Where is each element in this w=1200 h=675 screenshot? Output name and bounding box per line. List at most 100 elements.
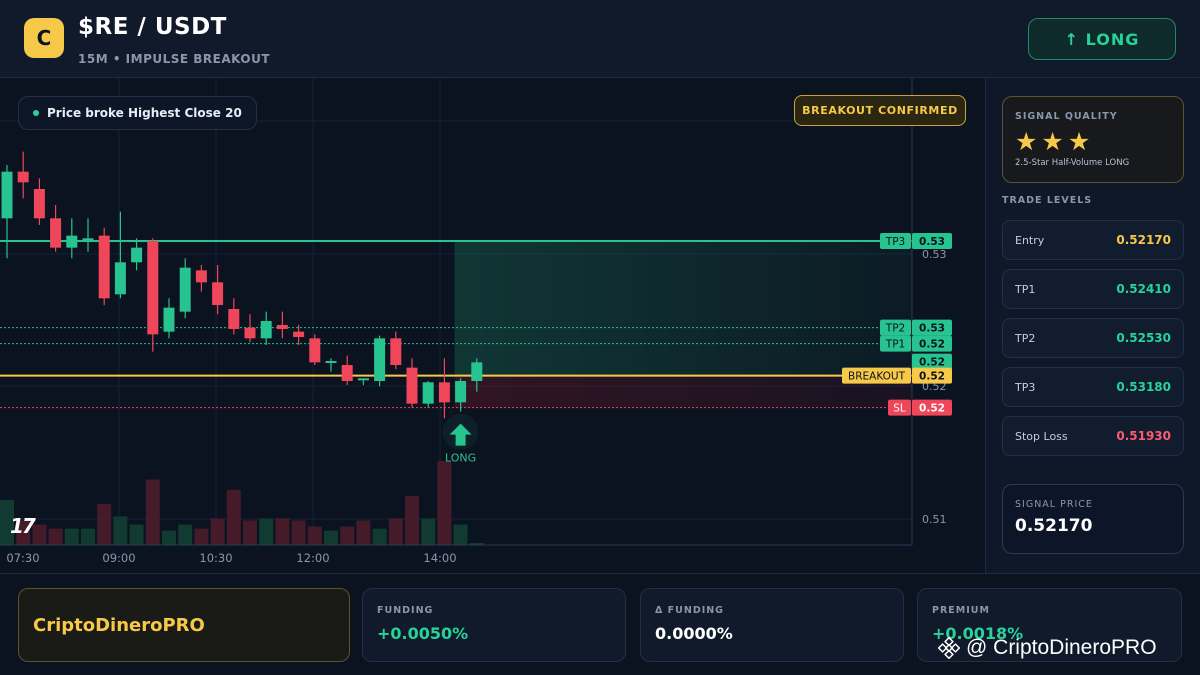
price-axis-label: 0.53 bbox=[922, 248, 947, 261]
app-logo: C bbox=[24, 18, 64, 58]
tp2-tag-value: 0.53 bbox=[919, 323, 945, 335]
candle-body bbox=[179, 267, 191, 312]
trade-level-row: TP2 0.52530 bbox=[1002, 318, 1184, 358]
candle-body bbox=[195, 270, 207, 283]
watermark: @ CriptoDineroPRO bbox=[938, 636, 1157, 660]
volume-bar bbox=[243, 520, 257, 545]
candle-body bbox=[341, 365, 353, 381]
candle-body bbox=[212, 282, 224, 305]
volume-bar bbox=[340, 526, 355, 545]
volume-bar bbox=[405, 495, 419, 545]
breakout-note: Price broke Highest Close 20 bbox=[18, 96, 257, 130]
volume-bar bbox=[356, 520, 371, 545]
tp1-tag-name: TP1 bbox=[885, 339, 905, 351]
candle-body bbox=[244, 327, 256, 339]
volume-bar bbox=[275, 518, 290, 545]
candle-body bbox=[374, 338, 386, 381]
star-icon-rating: ★★★ bbox=[1015, 127, 1095, 156]
binance-icon bbox=[938, 637, 960, 659]
time-axis-label: 09:00 bbox=[102, 551, 135, 565]
candle-body bbox=[325, 361, 337, 363]
volume-bar bbox=[437, 461, 452, 545]
funding-card: FUNDING +0.0050% bbox=[362, 588, 626, 662]
volume-bar bbox=[178, 524, 193, 545]
time-axis-label: 10:30 bbox=[199, 551, 232, 565]
volume-bar bbox=[388, 518, 403, 545]
trade-level-label: Entry bbox=[1015, 233, 1045, 247]
price-chart[interactable]: 0.540.530.520.5107:3009:0010:3012:0014:0… bbox=[0, 78, 986, 573]
header: C $RE / USDT 15M • IMPULSE BREAKOUT ↑ LO… bbox=[0, 0, 1200, 78]
time-axis-label: 07:30 bbox=[6, 551, 39, 565]
trade-level-value: 0.52530 bbox=[1116, 331, 1171, 345]
volume-bar bbox=[210, 518, 225, 545]
volume-bar bbox=[145, 479, 160, 545]
candle-body bbox=[50, 218, 62, 248]
trade-level-row: Stop Loss 0.51930 bbox=[1002, 416, 1184, 456]
breakout-tag-name: BREAKOUT bbox=[848, 371, 906, 383]
candle-body bbox=[147, 241, 159, 335]
take-profit-zone bbox=[454, 241, 912, 376]
signal-quality-description: 2.5-Star Half-Volume LONG bbox=[1015, 158, 1130, 168]
tp1-tag-value: 0.52 bbox=[919, 339, 945, 351]
tp3-tag-name: TP3 bbox=[885, 236, 905, 248]
trade-levels-title: TRADE LEVELS bbox=[1002, 195, 1093, 206]
chart-canvas: 0.540.530.520.5107:3009:0010:3012:0014:0… bbox=[0, 78, 952, 565]
tp3-tag-value: 0.53 bbox=[919, 236, 945, 248]
candle-body bbox=[33, 189, 45, 219]
candle-body bbox=[438, 382, 450, 403]
candle-body bbox=[114, 262, 126, 295]
trade-level-label: TP3 bbox=[1015, 380, 1036, 394]
candle-body bbox=[276, 325, 288, 329]
candle-body bbox=[228, 309, 240, 329]
volume-bar bbox=[226, 489, 241, 545]
funding-title: FUNDING bbox=[377, 605, 434, 616]
trade-level-label: Stop Loss bbox=[1015, 429, 1068, 443]
funding-value: +0.0050% bbox=[377, 624, 469, 643]
candle-body bbox=[357, 378, 369, 381]
trade-level-value: 0.52170 bbox=[1116, 233, 1171, 247]
delta-funding-card: Δ FUNDING 0.0000% bbox=[640, 588, 904, 662]
candle-body bbox=[406, 367, 418, 404]
volume-bar bbox=[64, 528, 79, 545]
candle-body bbox=[1, 171, 13, 219]
volume-bar bbox=[162, 530, 176, 545]
candle-body bbox=[17, 171, 29, 183]
breakout-tag-value: 0.52 bbox=[919, 371, 945, 383]
signal-price-value: 0.52170 bbox=[1015, 516, 1093, 536]
candle-body bbox=[260, 321, 272, 339]
premium-title: PREMIUM bbox=[932, 605, 990, 616]
candle-body bbox=[293, 331, 305, 337]
candle-body bbox=[422, 382, 434, 404]
tradingview-logo: 17 bbox=[10, 514, 36, 538]
candle-body bbox=[455, 381, 467, 403]
time-axis-label: 14:00 bbox=[423, 551, 456, 565]
candle-body bbox=[82, 238, 94, 241]
candle-body bbox=[309, 338, 321, 363]
signal-panel: SIGNAL QUALITY ★★★ 2.5-Star Half-Volume … bbox=[986, 78, 1200, 573]
candle-body bbox=[66, 235, 78, 248]
candle-body bbox=[163, 307, 175, 332]
trade-level-row: TP1 0.52410 bbox=[1002, 269, 1184, 309]
volume-bar bbox=[259, 518, 274, 545]
pair-title: $RE / USDT bbox=[78, 14, 227, 40]
time-axis-label: 12:00 bbox=[296, 551, 329, 565]
signal-quality-title: SIGNAL QUALITY bbox=[1015, 111, 1118, 122]
volume-bar bbox=[32, 524, 47, 545]
volume-bar bbox=[324, 530, 338, 545]
long-button[interactable]: ↑ LONG bbox=[1028, 18, 1176, 60]
trade-level-row: Entry 0.52170 bbox=[1002, 220, 1184, 260]
long-signal-label: LONG bbox=[445, 452, 476, 465]
current-price-tag-value: 0.52 bbox=[919, 357, 945, 369]
tp2-tag-name: TP2 bbox=[885, 323, 905, 335]
volume-bar bbox=[372, 528, 387, 545]
volume-bar bbox=[421, 518, 436, 545]
delta-funding-value: 0.0000% bbox=[655, 624, 733, 643]
volume-bar bbox=[307, 526, 322, 545]
volume-bar bbox=[453, 524, 468, 545]
volume-bar bbox=[129, 524, 144, 545]
candle-body bbox=[390, 338, 402, 365]
trade-level-label: TP2 bbox=[1015, 331, 1036, 345]
signal-price-title: SIGNAL PRICE bbox=[1015, 499, 1093, 510]
signal-quality-card: SIGNAL QUALITY ★★★ 2.5-Star Half-Volume … bbox=[1002, 96, 1184, 183]
trade-level-label: TP1 bbox=[1015, 282, 1036, 296]
